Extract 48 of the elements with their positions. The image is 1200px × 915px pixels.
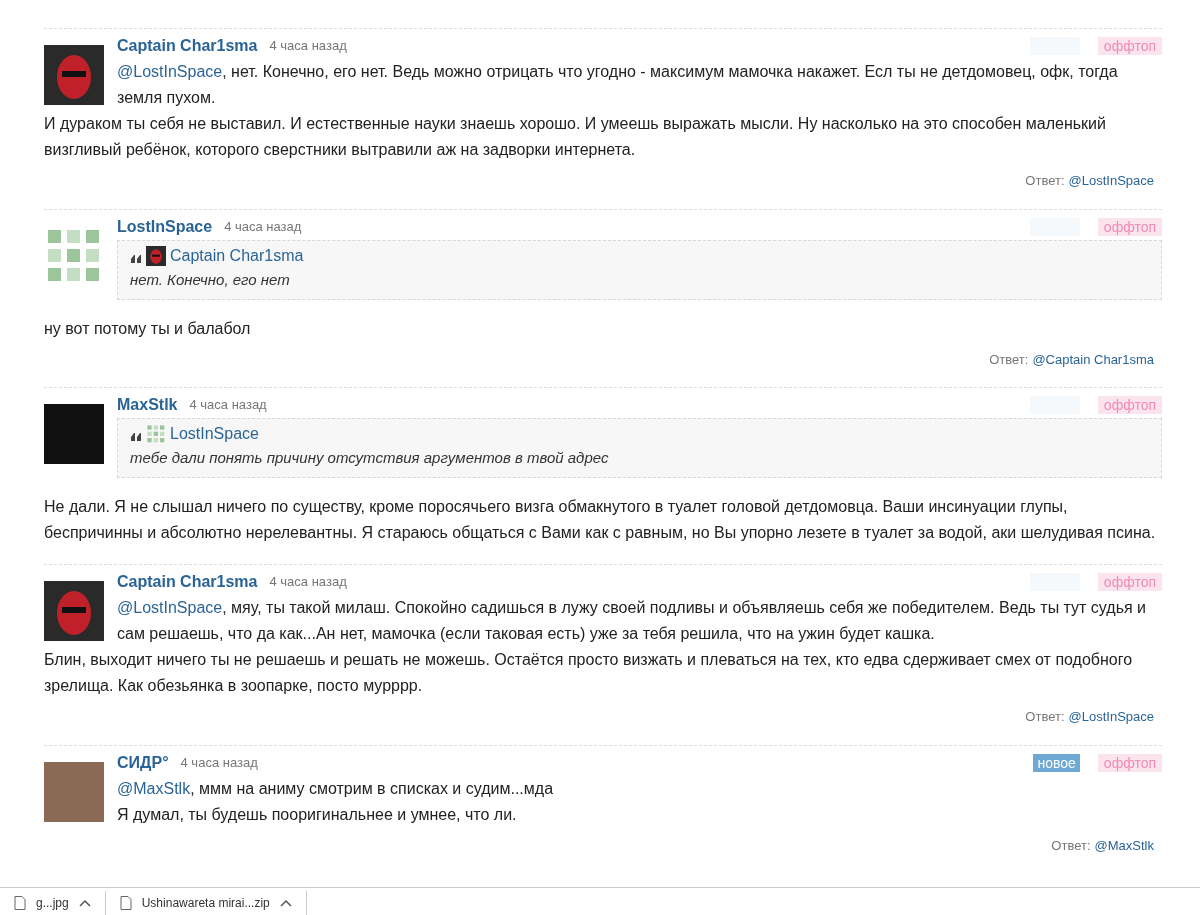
avatar-image	[44, 761, 104, 822]
comment-text: Не дали. Я не слышал ничего по существу, кроме поросячьего визга обмакнутого в туалет головой детдомовца. Ваши инсинуации глупы, беспричинны и абсолютно нерелевантны. Я стараюсь общаться с Вами как с равным, но Вы упорно лезете в туалет за водой, аки шелудивая псина.	[44, 497, 1157, 543]
reply-link[interactable]: @LostInSpace	[1068, 171, 1154, 191]
comment-text: Блин, выходит ничего ты не решаешь и решать не можешь. Остаётся просто визжать и плеваться на тех, кто едва сдерживает смех от подобного зрелища. Как обезьянка в зоопарке, посто мурррр.	[44, 650, 1134, 696]
comment-text: Я думал, ты будешь пооригинальнее и умнее, что ли.	[117, 804, 518, 825]
comment-text: И дураком ты себя не выставил. И естественные науки знаешь хорошо. И умеешь выражать мысли. Ну насколько на это способен маленький визгливый ребёнок, которого сверстники вытравили аж на задворки интернета.	[44, 114, 1107, 160]
quoted-author-link[interactable]: LostInSpace	[170, 422, 259, 446]
reply-label: Ответ:	[1025, 708, 1065, 726]
author-link[interactable]: Captain Char1sma	[117, 34, 258, 58]
timestamp: 4 часа назад	[224, 217, 302, 236]
reply-label: Ответ:	[1051, 836, 1091, 855]
quote-icon	[130, 254, 142, 263]
download-filename[interactable]: g...jpg	[36, 896, 69, 910]
reply-label: Ответ:	[1025, 172, 1065, 190]
comment-text: @LostInSpace, нет. Конечно, его нет. Ведь можно отрицать что угодно - максимум мамочка накажет. Есл ты не детдомовец, офк, тогда земля пухом.	[117, 62, 1119, 108]
reply-link[interactable]: @Captain Char1sma	[1032, 349, 1154, 369]
mention-link[interactable]: @LostInSpace	[117, 63, 223, 80]
quote-text: нет. Конечно, его нет	[130, 269, 291, 290]
comment-text: ну вот потому ты и балабол	[44, 318, 252, 339]
mask-avatar-icon	[44, 581, 104, 641]
caret-icon[interactable]	[78, 899, 91, 907]
file-icon	[119, 896, 132, 910]
file-icon	[14, 896, 26, 910]
comment-text: @LostInSpace, мяу, ты такой милаш. Спокойно садишься в лужу своей подливы и объявляешь себя же победителем. Ведь ты тут судья и сам решаешь, что да как...Ан нет, мамочка (если таковая есть) уже за тебя решила, что на ужин будет кашка.	[117, 598, 1148, 644]
timestamp: 4 часа назад	[269, 37, 347, 56]
caret-icon[interactable]	[279, 899, 292, 907]
timestamp: 4 часа назад	[189, 396, 267, 415]
author-link[interactable]: MaxStlk	[117, 393, 178, 417]
quote-icon	[130, 433, 142, 441]
identicon-icon	[146, 424, 166, 444]
mention-link[interactable]: @LostInSpace	[117, 599, 223, 616]
new-badge: новое	[1033, 753, 1080, 772]
timestamp: 4 часа назад	[269, 573, 347, 592]
reply-link[interactable]: @MaxStlk	[1094, 835, 1154, 855]
reply-link[interactable]: @LostInSpace	[1068, 707, 1154, 727]
avatar-image	[44, 404, 104, 464]
reply-label: Ответ:	[989, 350, 1029, 369]
author-link[interactable]: LostInSpace	[117, 214, 213, 239]
download-filename[interactable]: Ushinawareta mirai...zip	[141, 896, 270, 910]
mask-avatar-icon	[146, 245, 166, 266]
quote-text: тебе дали понять причину отсутствия аргументов в твой адрес	[130, 448, 610, 468]
mention-link[interactable]: @MaxStlk	[117, 779, 191, 797]
author-link[interactable]: СИДР°	[117, 750, 169, 775]
comment-text: @MaxStlk, ммм на аниму смотрим в списках и судим...мда	[117, 778, 555, 799]
author-link[interactable]: Captain Char1sma	[117, 570, 258, 594]
quoted-author-link[interactable]: Captain Char1sma	[170, 243, 304, 268]
mask-avatar-icon	[44, 45, 104, 105]
timestamp: 4 часа назад	[180, 753, 258, 772]
